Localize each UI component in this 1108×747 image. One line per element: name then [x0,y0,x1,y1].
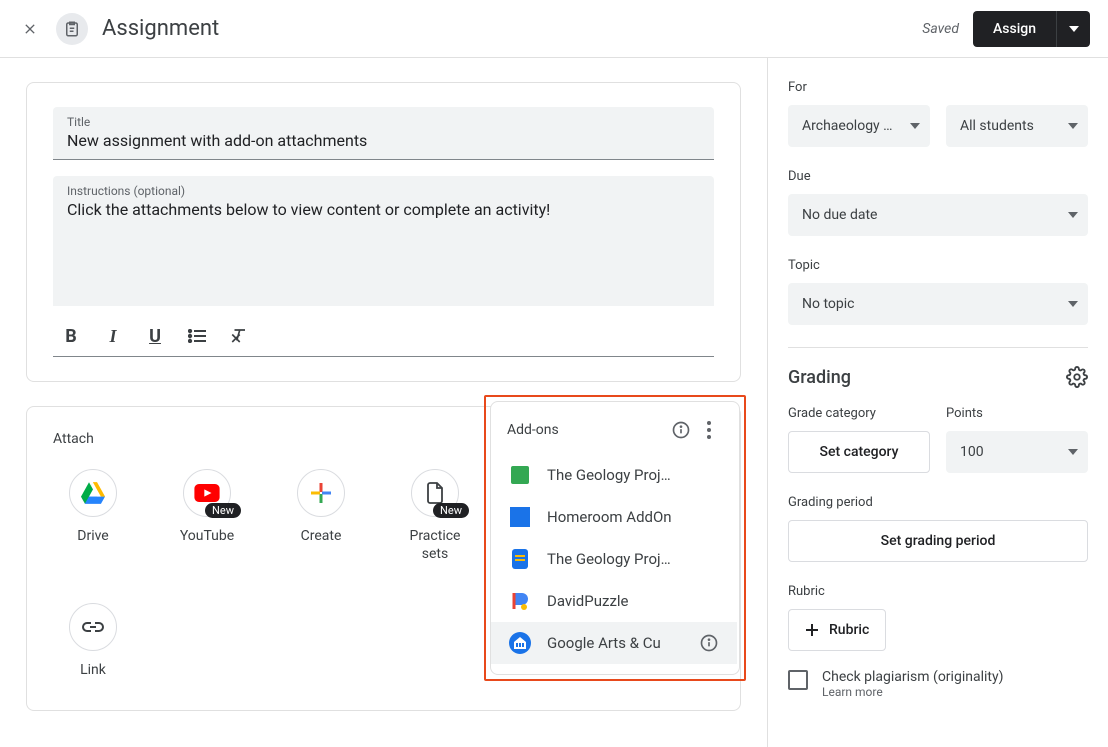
due-date-select[interactable]: No due date [788,194,1088,236]
attach-card: Attach Drive New YouTube [26,406,741,711]
addons-panel: Add-ons The Geology Proj… [490,401,740,675]
addons-overflow-icon[interactable] [695,416,723,444]
drive-icon [69,469,117,517]
class-select[interactable]: Archaeology … [788,105,930,147]
main-column: Title New assignment with add-on attachm… [0,58,767,747]
addon-app-icon [509,632,531,654]
rubric-label: Rubric [788,584,1088,599]
students-select[interactable]: All students [946,105,1088,147]
gear-icon[interactable] [1066,366,1088,388]
assignment-icon [56,13,88,45]
close-icon[interactable] [18,17,42,41]
plagiarism-checkbox[interactable] [788,670,808,690]
set-category-button[interactable]: Set category [788,431,930,473]
chevron-down-icon [1068,301,1078,307]
page-title: Assignment [102,16,219,41]
chevron-down-icon [1068,449,1078,455]
plagiarism-learn-more[interactable]: Learn more [822,685,1003,699]
instructions-label: Instructions (optional) [67,184,700,198]
addon-item[interactable]: DavidPuzzle [491,580,737,622]
plus-icon [805,623,819,637]
chevron-down-icon [910,123,920,129]
addons-info-icon[interactable] [667,416,695,444]
attach-practice-sets[interactable]: New Practice sets [395,469,475,563]
title-input[interactable]: New assignment with add-on attachments [67,129,700,153]
assignment-form-card: Title New assignment with add-on attachm… [26,82,741,382]
topic-select[interactable]: No topic [788,283,1088,325]
bold-button[interactable]: B [59,316,83,356]
attach-drive[interactable]: Drive [53,469,133,563]
chevron-down-icon [1068,123,1078,129]
divider [788,347,1088,348]
addon-item[interactable]: Google Arts & Cu [491,622,737,664]
grade-category-label: Grade category [788,406,930,421]
addons-list[interactable]: The Geology Proj… Homeroom AddOn The Geo… [491,454,739,664]
italic-button[interactable]: I [101,316,125,356]
clear-format-button[interactable] [227,316,251,356]
create-plus-icon [297,469,345,517]
grading-period-label: Grading period [788,495,1088,510]
header-bar: Assignment Saved Assign [0,0,1108,58]
instructions-input[interactable]: Click the attachments below to view cont… [67,198,700,222]
format-toolbar: B I U [53,306,714,357]
assign-dropdown-button[interactable] [1056,11,1090,47]
addon-item[interactable]: The Geology Proj… [491,454,737,496]
new-badge: New [433,503,469,518]
attach-youtube[interactable]: New YouTube [167,469,247,563]
link-icon [69,603,117,651]
title-label: Title [67,115,700,129]
addons-highlight-frame: Add-ons The Geology Proj… [484,395,746,681]
set-grading-period-button[interactable]: Set grading period [788,520,1088,562]
rubric-button[interactable]: Rubric [788,609,886,651]
assign-button[interactable]: Assign [973,11,1056,47]
addon-app-icon [509,464,531,486]
topic-label: Topic [788,258,1088,273]
addon-app-icon [509,548,531,570]
addon-info-icon[interactable] [699,633,719,653]
addon-app-icon [509,590,531,612]
chevron-down-icon [1068,212,1078,218]
addons-title: Add-ons [507,422,667,438]
addon-app-icon [509,506,531,528]
points-label: Points [946,406,1088,421]
sidebar: For Archaeology … All students Due No du… [767,58,1108,747]
instructions-field[interactable]: Instructions (optional) Click the attach… [53,176,714,306]
attach-create[interactable]: Create [281,469,361,563]
addon-item[interactable]: Homeroom AddOn [491,496,737,538]
saved-status: Saved [922,21,959,37]
bullet-list-button[interactable] [185,316,209,356]
new-badge: New [205,503,241,518]
plagiarism-label: Check plagiarism (originality) [822,669,1003,685]
underline-button[interactable]: U [143,316,167,356]
for-label: For [788,80,1088,95]
points-select[interactable]: 100 [946,431,1088,473]
addon-item[interactable]: The Geology Proj… [491,538,737,580]
title-field[interactable]: Title New assignment with add-on attachm… [53,107,714,160]
attach-link[interactable]: Link [53,603,133,679]
due-label: Due [788,169,1088,184]
grading-title: Grading [788,367,851,388]
